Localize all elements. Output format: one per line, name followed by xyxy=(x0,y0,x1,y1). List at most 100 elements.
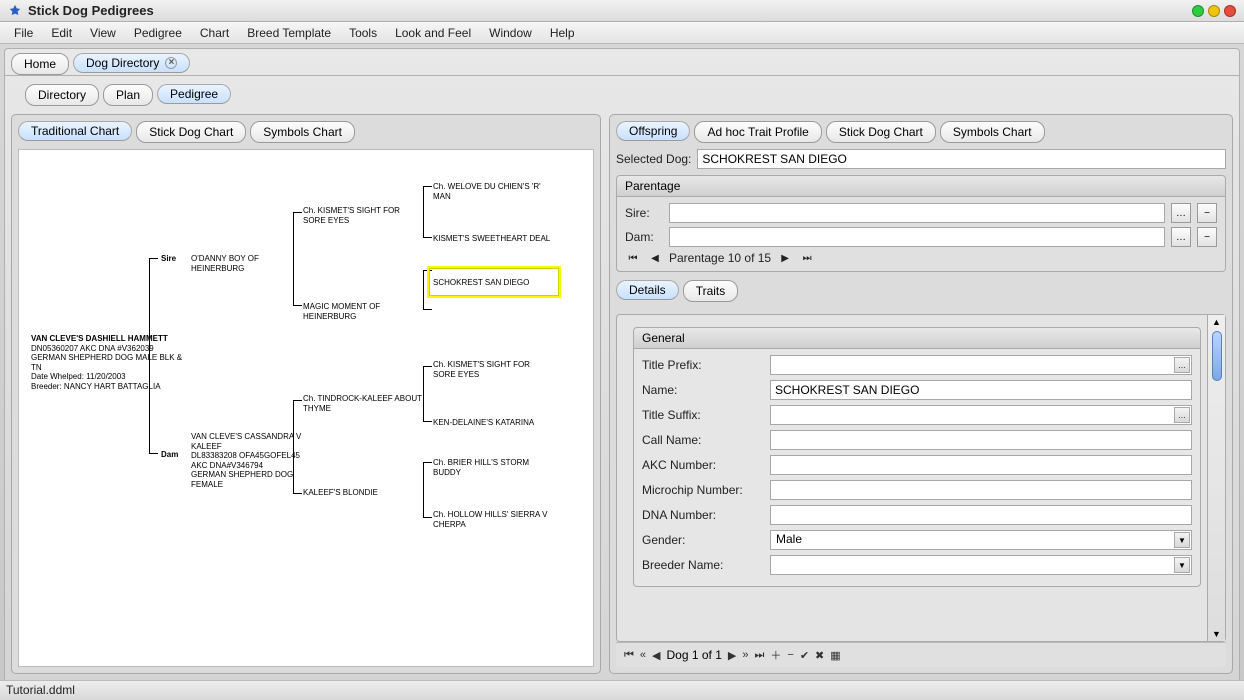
title-suffix-label: Title Suffix: xyxy=(642,408,762,422)
window-minimize[interactable] xyxy=(1192,5,1204,17)
chart-root-breed: GERMAN SHEPHERD DOG MALE BLK & TN xyxy=(31,353,191,372)
window-maximize[interactable] xyxy=(1208,5,1220,17)
close-icon[interactable]: × xyxy=(165,57,177,69)
tab-home-label: Home xyxy=(24,57,56,71)
sire-browse-button[interactable]: … xyxy=(1171,203,1191,223)
ellipsis-icon[interactable]: … xyxy=(1174,407,1190,423)
tab-details[interactable]: Details xyxy=(616,280,679,300)
nav-grid-icon[interactable]: ▦ xyxy=(830,649,840,662)
details-scrollbar[interactable]: ▲ ▼ xyxy=(1207,315,1225,641)
subtab-pedigree-label: Pedigree xyxy=(170,87,218,101)
menu-breed-template[interactable]: Breed Template xyxy=(239,24,339,42)
menu-window[interactable]: Window xyxy=(481,24,540,42)
sire-input[interactable] xyxy=(669,203,1165,223)
chart-sire-label: Sire xyxy=(161,254,176,264)
menu-chart[interactable]: Chart xyxy=(192,24,237,42)
nav-last-icon[interactable]: ⏭ xyxy=(754,649,764,662)
scroll-down-icon[interactable]: ▼ xyxy=(1212,627,1221,641)
chart-root-name: VAN CLEVE'S DASHIELL HAMMETT xyxy=(31,334,191,344)
call-name-input[interactable] xyxy=(770,430,1192,450)
chart-root-breeder: Breeder: NANCY HART BATTAGLIA xyxy=(31,382,191,392)
chart-ssd: KISMET'S SWEETHEART DEAL xyxy=(433,234,553,244)
dam-browse-button[interactable]: … xyxy=(1171,227,1191,247)
charttab-symbols-label: Symbols Chart xyxy=(263,125,342,139)
offtab-symbols[interactable]: Symbols Chart xyxy=(940,121,1045,143)
charttab-stickdog-label: Stick Dog Chart xyxy=(149,125,233,139)
charttab-stickdog[interactable]: Stick Dog Chart xyxy=(136,121,246,143)
charttab-traditional[interactable]: Traditional Chart xyxy=(18,121,132,141)
breeder-name-select[interactable]: ▼ xyxy=(770,555,1192,575)
pedigree-panel: Traditional Chart Stick Dog Chart Symbol… xyxy=(11,114,601,674)
menu-look-and-feel[interactable]: Look and Feel xyxy=(387,24,479,42)
nav-prevpage-icon[interactable]: « xyxy=(640,649,646,661)
title-suffix-field[interactable]: … xyxy=(770,405,1192,425)
parentage-prev-icon[interactable]: ◀ xyxy=(647,251,663,265)
sire-clear-button[interactable]: − xyxy=(1197,203,1217,223)
microchip-number-input[interactable] xyxy=(770,480,1192,500)
subtab-plan-label: Plan xyxy=(116,88,140,102)
offtab-stickdog[interactable]: Stick Dog Chart xyxy=(826,121,936,143)
ellipsis-icon[interactable]: … xyxy=(1174,357,1190,373)
status-text: Tutorial.ddml xyxy=(6,683,75,697)
charttab-symbols[interactable]: Symbols Chart xyxy=(250,121,355,143)
tab-traits[interactable]: Traits xyxy=(683,280,739,302)
chart-sds: SCHOKREST SAN DIEGO xyxy=(433,278,553,288)
title-bar: Stick Dog Pedigrees xyxy=(0,0,1244,22)
selected-dog-input[interactable] xyxy=(697,149,1226,169)
chart-ss: Ch. KISMET'S SIGHT FOR SORE EYES xyxy=(303,206,413,225)
nav-first-icon[interactable]: ⏮ xyxy=(624,649,634,662)
scroll-thumb[interactable] xyxy=(1212,331,1222,381)
chart-root-reg: DN05360207 AKC DNA #V362039 xyxy=(31,344,191,354)
menu-view[interactable]: View xyxy=(82,24,124,42)
dam-input[interactable] xyxy=(669,227,1165,247)
menu-tools[interactable]: Tools xyxy=(341,24,385,42)
title-prefix-field[interactable]: … xyxy=(770,355,1192,375)
subtab-plan[interactable]: Plan xyxy=(103,84,153,106)
offtab-symbols-label: Symbols Chart xyxy=(953,125,1032,139)
offtab-adhoc-label: Ad hoc Trait Profile xyxy=(707,125,808,139)
akc-number-input[interactable] xyxy=(770,455,1192,475)
nav-prev-icon[interactable]: ◀ xyxy=(652,649,660,662)
general-title: General xyxy=(634,328,1200,349)
offtab-adhoc[interactable]: Ad hoc Trait Profile xyxy=(694,121,821,143)
scroll-up-icon[interactable]: ▲ xyxy=(1212,315,1221,329)
offtab-offspring[interactable]: Offspring xyxy=(616,121,690,141)
tab-details-label: Details xyxy=(629,283,666,297)
menu-pedigree[interactable]: Pedigree xyxy=(126,24,190,42)
name-input[interactable] xyxy=(770,380,1192,400)
parentage-next-icon[interactable]: ▶ xyxy=(777,251,793,265)
parentage-title: Parentage xyxy=(617,176,1225,197)
breeder-name-label: Breeder Name: xyxy=(642,558,762,572)
name-label: Name: xyxy=(642,383,762,397)
nav-cancel-icon[interactable]: ✖ xyxy=(815,649,824,662)
parentage-last-icon[interactable]: ⏭ xyxy=(799,251,815,265)
dna-number-input[interactable] xyxy=(770,505,1192,525)
tab-dog-directory[interactable]: Dog Directory× xyxy=(73,53,190,73)
subtab-directory[interactable]: Directory xyxy=(25,84,99,106)
menu-file[interactable]: File xyxy=(6,24,41,42)
window-title: Stick Dog Pedigrees xyxy=(28,3,1192,18)
pedigree-chart[interactable]: VAN CLEVE'S DASHIELL HAMMETT DN05360207 … xyxy=(18,149,594,667)
parentage-first-icon[interactable]: ⏮ xyxy=(625,251,641,265)
chart-root: VAN CLEVE'S DASHIELL HAMMETT DN05360207 … xyxy=(31,334,191,392)
gender-select[interactable]: Male▼ xyxy=(770,530,1192,550)
nav-add-icon[interactable]: ＋ xyxy=(770,647,781,663)
dog-navigator: ⏮ « ◀ Dog 1 of 1 ▶ » ⏭ ＋ − ✔ ✖ ▦ xyxy=(616,642,1226,667)
nav-accept-icon[interactable]: ✔ xyxy=(800,649,809,662)
nav-next-icon[interactable]: ▶ xyxy=(728,649,736,662)
parentage-pager: Parentage 10 of 15 xyxy=(669,251,771,265)
gender-label: Gender: xyxy=(642,533,762,547)
window-close[interactable] xyxy=(1224,5,1236,17)
chevron-down-icon[interactable]: ▼ xyxy=(1174,557,1190,573)
dam-clear-button[interactable]: − xyxy=(1197,227,1217,247)
nav-remove-icon[interactable]: − xyxy=(787,649,793,661)
menu-edit[interactable]: Edit xyxy=(43,24,80,42)
chart-dds: Ch. BRIER HILL'S STORM BUDDY xyxy=(433,458,553,477)
subtab-directory-label: Directory xyxy=(38,88,86,102)
subtab-pedigree[interactable]: Pedigree xyxy=(157,84,231,104)
chevron-down-icon[interactable]: ▼ xyxy=(1174,532,1190,548)
menu-help[interactable]: Help xyxy=(542,24,583,42)
nav-nextpage-icon[interactable]: » xyxy=(742,649,748,661)
tab-home[interactable]: Home xyxy=(11,53,69,75)
general-group: General Title Prefix:… Name: Title Suffi… xyxy=(633,327,1201,587)
